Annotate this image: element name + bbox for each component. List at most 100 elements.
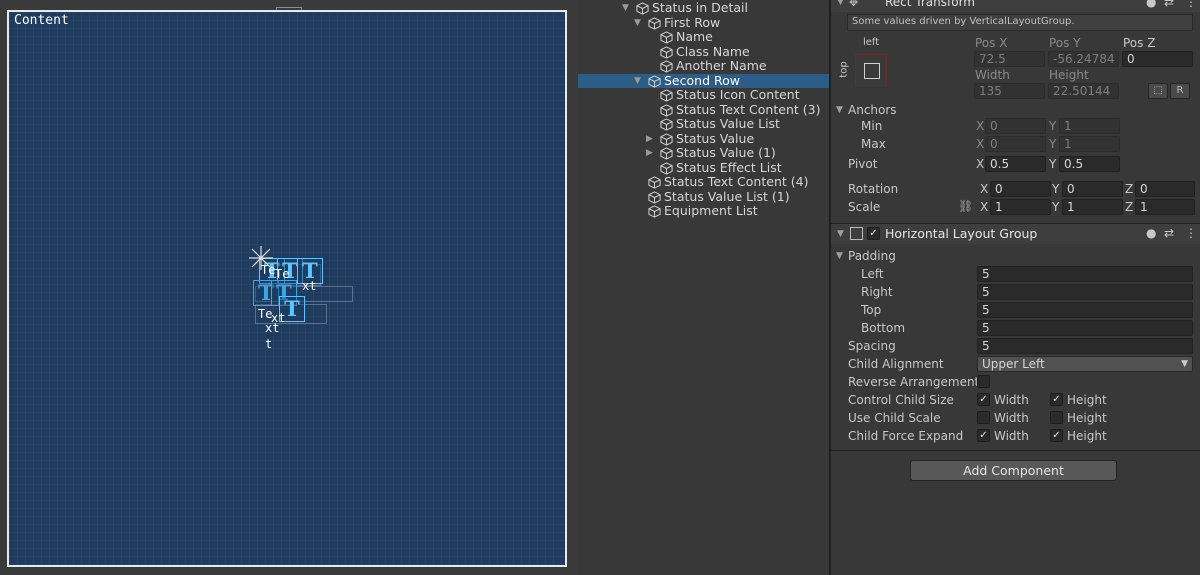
constrain-link-icon[interactable]: ⛓	[958, 199, 973, 213]
inspector-panel[interactable]: ▼ ✥ Rect Transform ● ⇄ ⋮ Some values dri…	[831, 0, 1200, 575]
hierarchy-item[interactable]: Status Value List (1)	[578, 189, 829, 204]
expand-height-checkbox[interactable]: ✓	[1050, 429, 1063, 442]
scale-z-field[interactable]: 1	[1135, 199, 1195, 215]
add-component-button[interactable]: Add Component	[910, 460, 1117, 481]
expand-arrow-icon[interactable]: ▼	[836, 251, 843, 261]
height-label: Height	[1049, 68, 1089, 82]
hierarchy-item[interactable]: Equipment List	[578, 204, 829, 218]
hierarchy-item[interactable]: ▶ Status Value	[578, 130, 829, 146]
more-options-icon[interactable]: ⋮	[1185, 0, 1197, 9]
width-field: 135	[974, 83, 1045, 99]
text-fragment: xt	[265, 321, 280, 335]
blueprint-mode-button[interactable]: ⬚	[1148, 83, 1168, 99]
anchor-preset-button[interactable]	[855, 54, 887, 86]
hierarchy-item[interactable]: Class Name	[578, 44, 829, 59]
child-force-expand-label: Child Force Expand	[848, 429, 964, 443]
hierarchy-item-label: Another Name	[676, 58, 767, 73]
padding-right-label: Right	[861, 285, 893, 299]
more-options-icon[interactable]: ⋮	[1185, 226, 1197, 240]
rect-transform-header[interactable]: ▼ ✥ Rect Transform ● ⇄ ⋮	[831, 0, 1200, 12]
collapse-arrow-icon[interactable]: ▼	[837, 229, 844, 239]
gameobject-icon	[648, 74, 661, 88]
rotation-x-field[interactable]: 0	[990, 181, 1051, 197]
gameobject-icon	[636, 2, 649, 15]
spacing-field[interactable]: 5	[977, 338, 1193, 354]
spacing-label: Spacing	[848, 339, 896, 353]
scale-width-checkbox[interactable]	[977, 411, 990, 424]
hlg-header[interactable]: ▼ ✓ Horizontal Layout Group ● ⇄ ⋮	[831, 223, 1200, 244]
component-enabled-checkbox[interactable]: ✓	[867, 227, 880, 240]
scale-x-field[interactable]: 1	[990, 199, 1051, 215]
pivot-y-field[interactable]: 0.5	[1059, 156, 1120, 172]
pivot-x-field[interactable]: 0.5	[985, 156, 1046, 172]
hierarchy-item-label: Status Value	[676, 130, 755, 146]
padding-right-field[interactable]: 5	[977, 284, 1193, 300]
expand-arrow-icon[interactable]: ▼	[634, 16, 641, 30]
child-alignment-value: Upper Left	[982, 357, 1045, 371]
gameobject-icon	[660, 60, 673, 73]
hierarchy-item[interactable]: Name	[578, 30, 829, 44]
collapsed-arrow-icon[interactable]: ▶	[646, 132, 653, 146]
expand-width-checkbox[interactable]: ✓	[977, 429, 990, 442]
rotation-y-field[interactable]: 0	[1062, 181, 1123, 197]
expand-arrow-icon[interactable]: ▼	[836, 105, 843, 115]
help-icon[interactable]: ●	[1146, 226, 1156, 240]
preset-icon[interactable]: ⇄	[1164, 226, 1174, 240]
scene-view[interactable]: T Content T T T T T T Te xt Te xt xt t T…	[0, 0, 578, 575]
pos-y-label: Pos Y	[1049, 36, 1081, 50]
gameobject-icon	[660, 31, 673, 44]
scale-height-checkbox[interactable]	[1050, 411, 1063, 424]
expand-width-label: Width	[994, 429, 1029, 443]
control-width-checkbox[interactable]: ✓	[977, 393, 990, 406]
gameobject-icon	[648, 16, 661, 30]
gameobject-icon	[660, 147, 673, 160]
gizmo-icon[interactable]	[249, 246, 273, 270]
hierarchy-item[interactable]: Status Text Content (4)	[578, 175, 829, 189]
preset-icon[interactable]: ⇄	[1164, 0, 1174, 9]
child-alignment-dropdown[interactable]: Upper Left ▼	[977, 356, 1193, 372]
hierarchy-item-label: Status Effect List	[676, 159, 782, 175]
canvas-rect[interactable]: Content T T T T T T Te xt Te xt xt t Te	[7, 10, 567, 567]
hierarchy-item[interactable]: Status Icon Content	[578, 88, 829, 102]
hierarchy-item[interactable]: ▼ Second Row	[578, 73, 829, 88]
scale-height-label: Height	[1067, 411, 1107, 425]
anchor-max-y-field: 1	[1059, 136, 1120, 152]
hierarchy-panel[interactable]: ▼ Status in Detail ▼ First Row Name Class Nam…	[578, 0, 829, 575]
hierarchy-item[interactable]: ▶ Status Value (1)	[578, 146, 829, 160]
hierarchy-item[interactable]: Another Name	[578, 59, 829, 73]
expand-arrow-icon[interactable]: ▼	[622, 1, 629, 15]
pos-z-field[interactable]: 0	[1122, 51, 1193, 67]
gameobject-icon	[660, 161, 673, 175]
hierarchy-item-label: Status Icon Content	[676, 87, 800, 102]
padding-left-field[interactable]: 5	[977, 266, 1193, 282]
hierarchy-item[interactable]: ▼ Status in Detail	[578, 1, 829, 15]
hierarchy-item[interactable]: Status Effect List	[578, 159, 829, 175]
gameobject-icon	[648, 190, 661, 204]
gameobject-icon	[660, 45, 673, 59]
scale-y-field[interactable]: 1	[1062, 199, 1123, 215]
axis-z-label: Z	[1125, 200, 1134, 214]
anchor-h-label: left	[863, 37, 880, 48]
hierarchy-item-label: Equipment List	[664, 203, 758, 218]
scale-label: Scale	[848, 200, 881, 214]
help-icon[interactable]: ●	[1146, 0, 1156, 9]
hierarchy-item[interactable]: Status Value List	[578, 117, 829, 131]
gameobject-icon	[660, 89, 673, 102]
padding-top-field[interactable]: 5	[977, 302, 1193, 318]
hierarchy-item-label: Name	[676, 29, 713, 44]
reverse-arrangement-checkbox[interactable]	[977, 375, 990, 388]
rotation-z-field[interactable]: 0	[1135, 181, 1195, 197]
anchor-min-y-field: 1	[1059, 118, 1120, 134]
padding-label: Padding	[848, 249, 896, 263]
collapsed-arrow-icon[interactable]: ▶	[646, 146, 653, 160]
hierarchy-item[interactable]: Status Text Content (3)	[578, 102, 829, 117]
control-height-checkbox[interactable]: ✓	[1050, 393, 1063, 406]
padding-bottom-field[interactable]: 5	[977, 320, 1193, 336]
expand-arrow-icon[interactable]: ▼	[634, 74, 641, 88]
padding-left-label: Left	[861, 267, 884, 281]
control-width-label: Width	[994, 393, 1029, 407]
hierarchy-item[interactable]: ▼ First Row	[578, 15, 829, 30]
collapse-arrow-icon[interactable]: ▼	[837, 0, 844, 7]
pos-z-label: Pos Z	[1123, 36, 1156, 50]
raw-edit-button[interactable]: R	[1170, 83, 1190, 99]
